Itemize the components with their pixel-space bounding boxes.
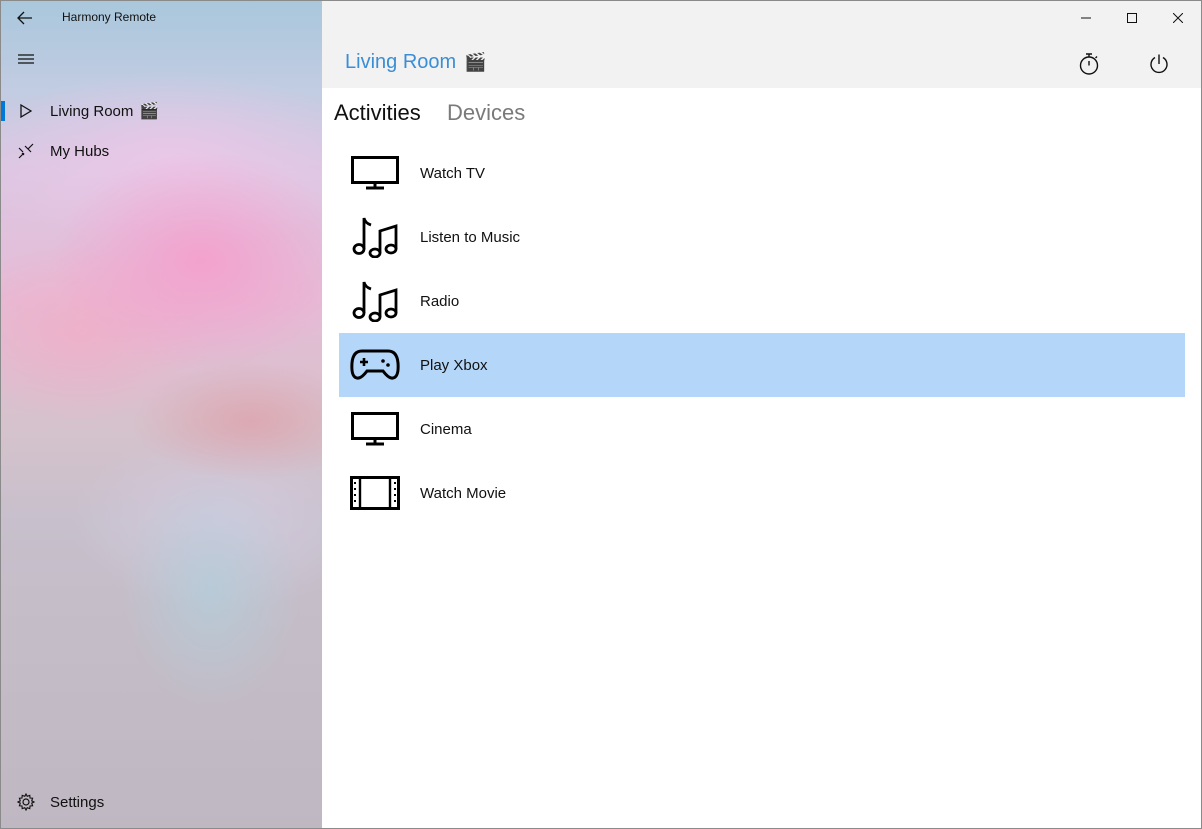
timer-icon bbox=[1079, 53, 1099, 75]
activity-watch-tv[interactable]: Watch TV bbox=[339, 141, 1185, 205]
maximize-button[interactable] bbox=[1109, 1, 1155, 35]
hamburger-menu-button[interactable] bbox=[11, 46, 41, 72]
app-window: Harmony Remote Living Room 🎬 My Hubs Set… bbox=[0, 0, 1202, 829]
maximize-icon bbox=[1127, 13, 1137, 23]
main-content: Living Room 🎬 Activities Devices Watch T… bbox=[322, 1, 1201, 828]
play-outline-icon bbox=[17, 102, 35, 120]
sidebar-living-room-label: Living Room bbox=[50, 103, 134, 120]
tab-devices[interactable]: Devices bbox=[447, 100, 525, 126]
power-icon bbox=[1150, 54, 1168, 74]
tab-activities[interactable]: Activities bbox=[334, 100, 421, 126]
film-icon bbox=[349, 469, 401, 517]
gamepad-icon bbox=[349, 341, 401, 389]
activity-cinema[interactable]: Cinema bbox=[339, 397, 1185, 461]
activity-label: Radio bbox=[420, 292, 460, 310]
sidebar-item-settings[interactable]: Settings bbox=[1, 782, 322, 822]
activity-watch-movie[interactable]: Watch Movie bbox=[339, 461, 1185, 525]
sleep-timer-button[interactable] bbox=[1074, 49, 1104, 79]
sidebar-item-label: Settings bbox=[50, 793, 105, 811]
sidebar-item-label: My Hubs bbox=[50, 142, 110, 160]
tv-icon bbox=[349, 149, 401, 197]
activity-label: Watch Movie bbox=[420, 484, 507, 502]
close-button[interactable] bbox=[1155, 1, 1201, 35]
activity-radio[interactable]: Radio bbox=[339, 269, 1185, 333]
music-icon bbox=[349, 277, 401, 325]
gear-icon bbox=[17, 793, 35, 811]
sidebar-item-label: Living Room 🎬 bbox=[50, 101, 159, 121]
activity-play-xbox[interactable]: Play Xbox bbox=[339, 333, 1185, 397]
activity-listen-to-music[interactable]: Listen to Music bbox=[339, 205, 1185, 269]
close-icon bbox=[1173, 13, 1183, 23]
music-icon bbox=[349, 213, 401, 261]
activity-label: Watch TV bbox=[420, 164, 486, 182]
clapperboard-icon: 🎬 bbox=[464, 52, 487, 72]
activity-label: Listen to Music bbox=[420, 228, 521, 246]
sidebar-item-living-room[interactable]: Living Room 🎬 bbox=[1, 91, 322, 131]
back-arrow-icon bbox=[17, 11, 32, 25]
hubs-icon bbox=[17, 142, 35, 160]
sidebar: Harmony Remote Living Room 🎬 My Hubs Set… bbox=[1, 1, 322, 828]
room-title-text: Living Room bbox=[345, 51, 457, 73]
clapperboard-icon: 🎬 bbox=[139, 103, 160, 120]
page-title: Living Room 🎬 bbox=[345, 51, 487, 74]
hamburger-icon bbox=[18, 54, 34, 64]
back-button[interactable] bbox=[11, 7, 39, 29]
activity-label: Cinema bbox=[420, 420, 472, 438]
sidebar-item-my-hubs[interactable]: My Hubs bbox=[1, 131, 322, 171]
tv-icon bbox=[349, 405, 401, 453]
app-title: Harmony Remote bbox=[62, 10, 157, 24]
minimize-icon bbox=[1081, 17, 1091, 19]
power-off-button[interactable] bbox=[1144, 49, 1174, 79]
activity-label: Play Xbox bbox=[420, 356, 488, 374]
minimize-button[interactable] bbox=[1063, 1, 1109, 35]
